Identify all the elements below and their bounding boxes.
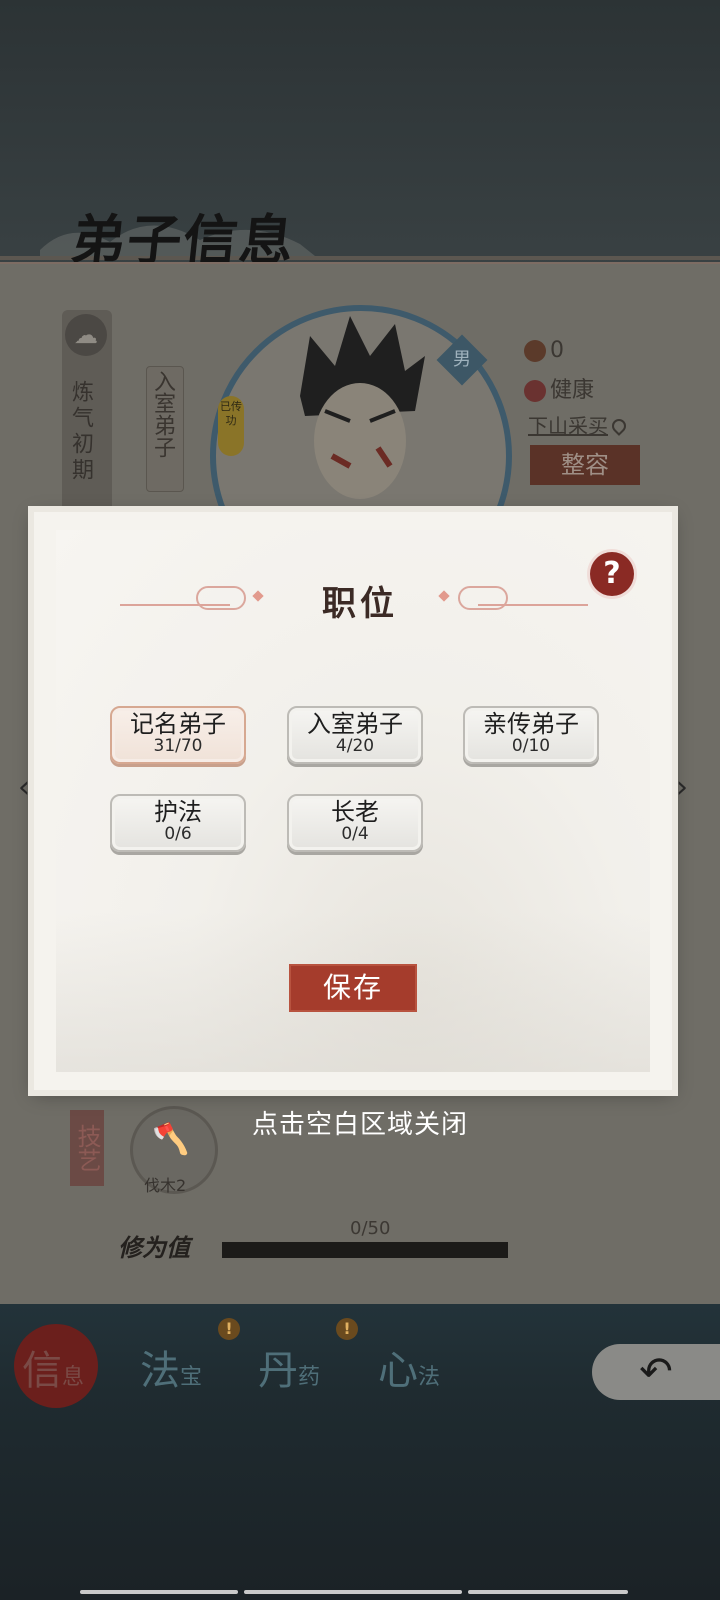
cultivation-label: 修为值	[118, 1233, 190, 1262]
tab-treasure-main: 法	[140, 1348, 180, 1394]
role-option-inner-disciple[interactable]: 入室弟子 4/20	[287, 706, 423, 764]
role-name: 入室弟子	[307, 710, 403, 738]
nav-gesture-bar	[80, 1590, 238, 1594]
treasure-alert-icon: !	[218, 1318, 240, 1340]
back-arrow-icon[interactable]: ↶	[592, 1344, 720, 1400]
tab-mind-method[interactable]: 心法	[378, 1338, 440, 1396]
tab-mind-method-sub: 法	[418, 1365, 441, 1390]
tab-pills-sub: 药	[298, 1365, 321, 1390]
role-count: 0/4	[341, 824, 369, 844]
role-option-registered-disciple[interactable]: 记名弟子 31/70	[110, 706, 246, 764]
gender-label: 男	[453, 349, 471, 370]
nav-gesture-bar	[244, 1590, 462, 1594]
go-shopping-link[interactable]: 下山采买	[528, 410, 629, 439]
role-name: 亲传弟子	[483, 710, 579, 738]
save-button[interactable]: 保存	[289, 964, 417, 1012]
cultivation-progress-bar	[222, 1242, 508, 1258]
tab-treasure[interactable]: 法宝	[140, 1338, 202, 1396]
role-option-personal-disciple[interactable]: 亲传弟子 0/10	[463, 706, 599, 764]
mushroom-icon	[524, 340, 546, 362]
health-value: 健康	[550, 378, 595, 403]
reputation-stat: 0	[524, 338, 564, 363]
go-shopping-label: 下山采买	[528, 414, 608, 438]
role-option-guardian[interactable]: 护法 0/6	[110, 794, 246, 852]
role-name: 长老	[331, 798, 379, 826]
role-count: 0/6	[164, 824, 192, 844]
close-hint: 点击空白区域关闭	[251, 1110, 468, 1140]
role-option-elder[interactable]: 长老 0/4	[287, 794, 423, 852]
cloud-icon: ☁	[65, 314, 107, 356]
makeover-button[interactable]: 整容	[530, 445, 640, 485]
role-name: 记名弟子	[130, 710, 226, 738]
heart-icon	[524, 380, 546, 402]
tab-pills[interactable]: 丹药	[258, 1338, 320, 1396]
title-ornament-line-right	[478, 604, 588, 606]
health-stat: 健康	[524, 372, 594, 404]
pills-alert-icon: !	[336, 1318, 358, 1340]
tab-pills-main: 丹	[258, 1348, 298, 1394]
title-swirl-right	[458, 586, 508, 610]
previous-disciple-arrow-icon[interactable]: ‹	[18, 770, 30, 805]
next-disciple-arrow-icon[interactable]: ›	[676, 770, 688, 805]
role-count: 4/20	[335, 736, 375, 756]
role-count: 31/70	[153, 736, 203, 756]
role-name: 护法	[154, 798, 202, 826]
tab-mind-method-main: 心	[378, 1348, 418, 1394]
tab-info-main: 信	[22, 1348, 62, 1394]
rank-label: 炼气初期	[68, 380, 93, 484]
tab-treasure-sub: 宝	[180, 1365, 203, 1390]
reputation-value: 0	[550, 338, 564, 363]
current-role-label: 入室弟子	[150, 370, 175, 458]
help-button[interactable]: ?	[590, 552, 634, 596]
role-count: 0/10	[511, 736, 551, 756]
character-portrait	[300, 316, 425, 499]
nav-gesture-bar	[468, 1590, 628, 1594]
cultivation-value: 0/50	[350, 1218, 391, 1239]
tab-info[interactable]: 信息	[22, 1338, 84, 1396]
skill-name: 伐木2	[144, 1176, 187, 1195]
transmitted-badge: 已传功	[218, 396, 244, 456]
location-pin-icon	[609, 416, 629, 436]
tab-info-sub: 息	[62, 1365, 85, 1390]
